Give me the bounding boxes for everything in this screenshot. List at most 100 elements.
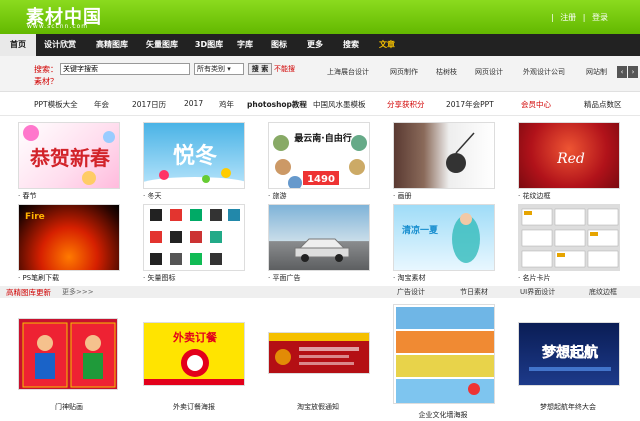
spring-festival-image: 恭贺新春 <box>23 125 115 185</box>
door-god-image <box>22 322 116 388</box>
thumbnail[interactable] <box>143 204 245 271</box>
main-nav: 首页 设计欣赏 高精图库 矢量图库 3D图库 字库 图标 更多 搜索 文章 <box>0 34 640 56</box>
cat-ink[interactable]: 中国风水墨模板 <box>313 99 366 110</box>
partner-link[interactable]: 上海展台设计 <box>327 67 369 77</box>
top-links: | 注册 | 登录 <box>549 12 610 23</box>
separator: | <box>582 13 586 22</box>
nav-item-fonts[interactable]: 字库 <box>234 34 256 56</box>
thumbnail[interactable]: 恭贺新春 <box>18 122 120 189</box>
door-god-thumb[interactable] <box>18 318 118 390</box>
card-caption[interactable]: · 画册 <box>393 191 411 201</box>
separator: | <box>550 13 554 22</box>
thumbnail[interactable]: 清凉一夏 <box>393 204 495 271</box>
search-label-line2: 素材？ <box>34 77 58 86</box>
waimai-image: 外卖订餐 <box>144 330 244 385</box>
holiday-notice-image <box>269 333 369 365</box>
dream-thumb[interactable]: 梦想起航 <box>518 322 620 386</box>
card-caption[interactable]: 企业文化墙海报 <box>383 410 503 420</box>
thumbnail[interactable]: Red <box>518 122 620 189</box>
cat-ppt[interactable]: PPT模板大全 <box>34 99 78 110</box>
card-caption[interactable]: · 平面广告 <box>268 273 300 283</box>
fire-title: Fire <box>25 212 45 222</box>
business-card-image <box>521 208 619 268</box>
thumbnail[interactable] <box>518 204 620 271</box>
card-caption[interactable]: · 淘宝素材 <box>393 273 425 283</box>
nav-item-icons[interactable]: 图标 <box>268 34 290 56</box>
thumbnail[interactable]: 悦冬 <box>143 122 245 189</box>
nav-item-home[interactable]: 首页 <box>0 34 36 56</box>
cat-photoshop[interactable]: photoshop教程 <box>247 99 307 110</box>
dream-image: 梦想起航 <box>529 344 611 371</box>
travel-price: 1490 <box>307 174 335 185</box>
spring-title: 恭贺新春 <box>29 146 111 170</box>
partner-link[interactable]: 网页设计 <box>475 67 503 77</box>
search-label: 搜索： 素材？ <box>34 64 58 88</box>
partner-link[interactable]: 网站制 <box>586 67 607 77</box>
cat-share-points[interactable]: 分享获积分 <box>387 99 425 110</box>
card-caption[interactable]: · 矢量图标 <box>143 273 175 283</box>
cat-annual[interactable]: 年会 <box>94 99 109 110</box>
cat-annual-ppt[interactable]: 2017年会PPT <box>446 99 494 110</box>
card-caption[interactable]: 梦想起航年终大会 <box>508 402 628 412</box>
card-caption[interactable]: 外卖订餐海报 <box>134 402 254 412</box>
search-notice[interactable]: 不能搜 <box>274 64 295 74</box>
card-caption[interactable]: · 花纹边框 <box>518 191 550 201</box>
section-title[interactable]: 高精图库更新 <box>6 287 51 298</box>
section-link[interactable]: UI界面设计 <box>520 287 555 297</box>
travel-image: 最云南·自由行 1490 <box>273 132 367 188</box>
car-ad-image <box>294 238 350 262</box>
more-link[interactable]: 更多>>> <box>62 287 94 297</box>
nav-item-more[interactable]: 更多 <box>304 34 326 56</box>
partner-link[interactable]: 枯树枝 <box>436 67 457 77</box>
card-caption[interactable]: · 旅游 <box>268 191 286 201</box>
partner-link[interactable]: 网页制作 <box>390 67 418 77</box>
nav-item-design[interactable]: 设计欣赏 <box>38 34 82 56</box>
brochure-image <box>446 132 475 173</box>
card-caption[interactable]: 淘宝放假通知 <box>258 402 378 412</box>
scroll-right-icon[interactable]: › <box>628 66 638 78</box>
thumbnail[interactable] <box>268 204 370 271</box>
thumbnail[interactable]: 最云南·自由行 1490 <box>268 122 370 189</box>
search-input[interactable] <box>60 63 190 75</box>
category-select[interactable]: 所有类别 ▾ <box>194 63 244 75</box>
cat-premium[interactable]: 精品点数区 <box>584 99 622 110</box>
cat-rooster[interactable]: 鸡年 <box>219 99 234 110</box>
card-caption[interactable]: · 名片卡片 <box>518 273 550 283</box>
travel-title: 最云南·自由行 <box>294 132 351 144</box>
nav-item-articles[interactable]: 文章 <box>376 34 398 56</box>
cat-2017[interactable]: 2017 <box>184 99 203 108</box>
nav-item-hd-gallery[interactable]: 高精图库 <box>90 34 134 56</box>
holiday-thumb[interactable] <box>268 332 370 374</box>
section-link[interactable]: 节日素材 <box>460 287 488 297</box>
section-bar: 高精图库更新 更多>>> 广告设计 节日素材 UI界面设计 底纹边框 <box>0 286 640 298</box>
register-link[interactable]: 注册 <box>560 13 576 22</box>
fire-brush-image: Fire <box>25 212 45 222</box>
nav-item-vector[interactable]: 矢量图库 <box>140 34 184 56</box>
nav-item-search[interactable]: 搜索 <box>340 34 362 56</box>
search-label-line1: 搜索： <box>34 65 58 74</box>
category-strip: PPT模板大全 年会 2017日历 2017 鸡年 photoshop教程 中国… <box>0 92 640 116</box>
culture-wall-image <box>396 307 494 403</box>
card-caption[interactable]: · 冬天 <box>143 191 161 201</box>
search-button[interactable]: 搜 索 <box>248 63 272 75</box>
card-caption[interactable]: 门神贴画 <box>9 402 129 412</box>
thumbnail[interactable] <box>393 122 495 189</box>
login-link[interactable]: 登录 <box>592 13 608 22</box>
waimai-title: 外卖订餐 <box>172 330 218 344</box>
vector-icons-image <box>150 209 240 265</box>
cat-member-center[interactable]: 会员中心 <box>521 99 551 110</box>
section-link[interactable]: 广告设计 <box>397 287 425 297</box>
thumbnail[interactable]: Fire <box>18 204 120 271</box>
waimai-thumb[interactable]: 外卖订餐 <box>143 322 245 386</box>
qing-title: 清凉一夏 <box>402 224 439 236</box>
section-link[interactable]: 底纹边框 <box>589 287 617 297</box>
card-caption[interactable]: · 春节 <box>18 191 36 201</box>
card-caption[interactable]: · PS笔刷下载 <box>18 273 59 283</box>
pattern-border-image: Red <box>556 151 585 167</box>
partner-link[interactable]: 外观设计公司 <box>523 67 565 77</box>
scroll-left-icon[interactable]: ‹ <box>617 66 627 78</box>
nav-item-3d[interactable]: 3D图库 <box>189 34 229 56</box>
culture-wall-thumb[interactable] <box>393 304 495 404</box>
winter-image: 悦冬 <box>144 143 244 188</box>
cat-calendar[interactable]: 2017日历 <box>132 99 166 110</box>
